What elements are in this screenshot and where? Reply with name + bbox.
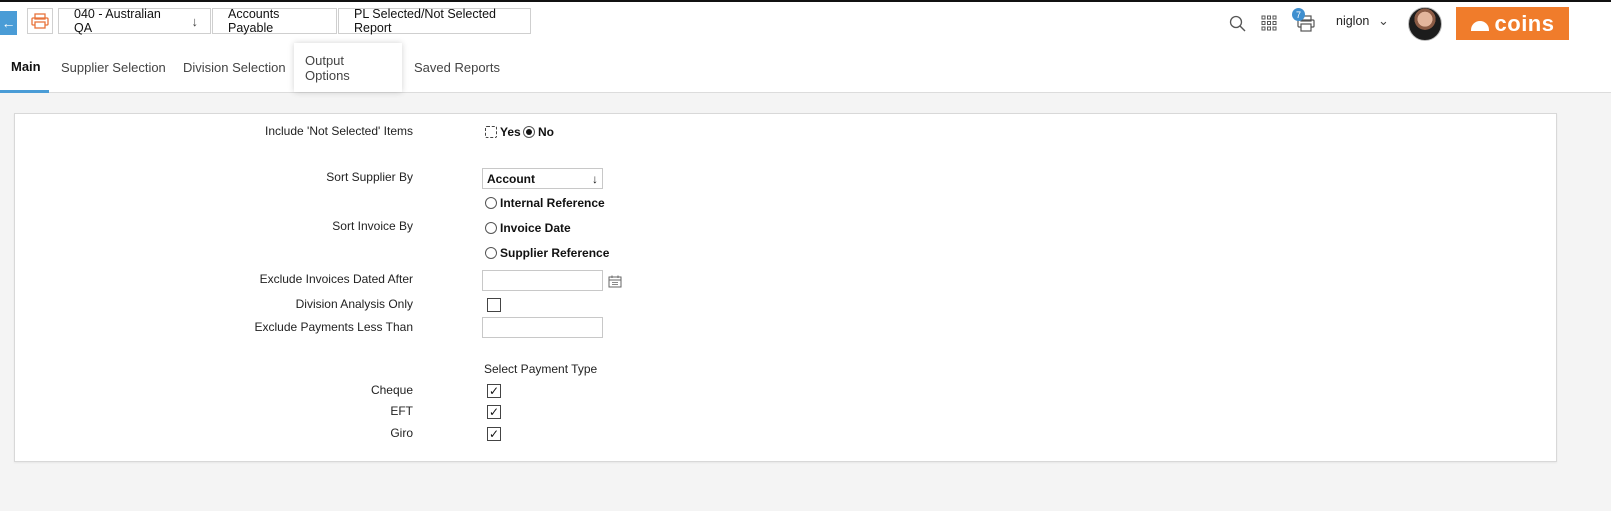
- tab-main-label: Main: [11, 59, 41, 74]
- coins-logo: coins: [1456, 7, 1569, 40]
- sort-invoice-date-option[interactable]: Invoice Date: [485, 221, 571, 235]
- apps-grid-icon: [1261, 15, 1277, 31]
- sort-internal-reference-label: Internal Reference: [500, 196, 605, 210]
- giro-label: Giro: [390, 426, 413, 440]
- eft-checkbox[interactable]: ✓: [487, 405, 501, 419]
- sort-invoice-label: Sort Invoice By: [332, 219, 413, 233]
- sort-supplier-reference-label: Supplier Reference: [500, 246, 610, 260]
- app-header: ← 040 - Australian QA ↓ Accounts Payable…: [0, 2, 1611, 43]
- include-not-selected-label: Include 'Not Selected' Items: [265, 124, 413, 138]
- main-form-panel: Include 'Not Selected' Items Yes No Sort…: [14, 113, 1557, 462]
- back-arrow-icon: ←: [1, 15, 16, 31]
- user-name[interactable]: niglon: [1336, 14, 1369, 28]
- chevron-down-icon: ↓: [592, 171, 598, 186]
- exclude-payments-input[interactable]: [482, 317, 603, 338]
- tab-main[interactable]: Main: [0, 43, 49, 93]
- breadcrumb-report-label: PL Selected/Not Selected Report: [354, 7, 496, 35]
- sort-supplier-reference-option[interactable]: Supplier Reference: [485, 246, 609, 260]
- sort-supplier-value: Account: [487, 171, 535, 186]
- search-icon: [1229, 15, 1245, 31]
- avatar[interactable]: [1408, 7, 1442, 41]
- include-yes-label: Yes: [500, 125, 521, 139]
- tab-bar: Main Supplier Selection Division Selecti…: [0, 43, 1611, 93]
- sort-supplier-label: Sort Supplier By: [326, 170, 413, 184]
- tab-division-selection[interactable]: Division Selection: [172, 43, 297, 92]
- include-no-option[interactable]: No: [523, 125, 554, 139]
- tab-output-options-label: Output Options: [305, 52, 350, 83]
- logo-text: coins: [1494, 10, 1555, 36]
- tab-output-options[interactable]: Output Options: [294, 43, 402, 92]
- tab-saved-reports-label: Saved Reports: [414, 60, 500, 75]
- breadcrumb-module[interactable]: Accounts Payable: [212, 7, 337, 35]
- calendar-icon[interactable]: [608, 275, 622, 288]
- user-menu-chevron-icon[interactable]: ⌄: [1378, 13, 1389, 29]
- sort-supplier-select[interactable]: Account ↓: [482, 168, 603, 189]
- breadcrumb-company[interactable]: 040 - Australian QA ↓: [58, 7, 211, 35]
- giro-checkbox[interactable]: ✓: [487, 427, 501, 441]
- apps-menu-button[interactable]: [1258, 12, 1280, 34]
- include-no-label: No: [538, 125, 554, 139]
- print-count-badge: 7: [1292, 8, 1305, 21]
- exclude-invoices-after-input[interactable]: [482, 270, 603, 291]
- include-yes-option[interactable]: Yes: [485, 125, 521, 139]
- division-analysis-checkbox[interactable]: [487, 298, 501, 312]
- sort-invoice-date-label: Invoice Date: [500, 221, 571, 235]
- division-analysis-label: Division Analysis Only: [295, 297, 413, 311]
- sort-internal-reference-radio[interactable]: [485, 197, 497, 209]
- print-button[interactable]: [27, 8, 53, 34]
- tab-division-selection-label: Division Selection: [183, 60, 286, 75]
- tab-supplier-selection-label: Supplier Selection: [61, 60, 166, 75]
- payment-type-title: Select Payment Type: [484, 362, 598, 376]
- back-button[interactable]: ←: [0, 11, 17, 35]
- exclude-payments-label: Exclude Payments Less Than: [254, 320, 413, 334]
- hard-hat-icon: [1470, 20, 1489, 31]
- sort-internal-reference-option[interactable]: Internal Reference: [485, 196, 605, 210]
- include-no-radio[interactable]: [523, 126, 535, 138]
- exclude-invoices-after-label: Exclude Invoices Dated After: [259, 272, 413, 286]
- include-yes-radio[interactable]: [485, 126, 497, 138]
- breadcrumb-company-label: 040 - Australian QA: [74, 7, 161, 35]
- cheque-checkbox[interactable]: ✓: [487, 384, 501, 398]
- sort-invoice-date-radio[interactable]: [485, 222, 497, 234]
- chevron-down-icon[interactable]: ↓: [192, 14, 199, 29]
- tab-supplier-selection[interactable]: Supplier Selection: [50, 43, 177, 92]
- breadcrumb-report[interactable]: PL Selected/Not Selected Report: [338, 7, 531, 35]
- breadcrumb-module-label: Accounts Payable: [228, 7, 280, 35]
- search-button[interactable]: [1226, 12, 1248, 34]
- sort-supplier-reference-radio[interactable]: [485, 247, 497, 259]
- cheque-label: Cheque: [370, 383, 413, 397]
- eft-label: EFT: [390, 404, 413, 418]
- printer-icon: [31, 13, 49, 29]
- tab-saved-reports[interactable]: Saved Reports: [403, 43, 511, 92]
